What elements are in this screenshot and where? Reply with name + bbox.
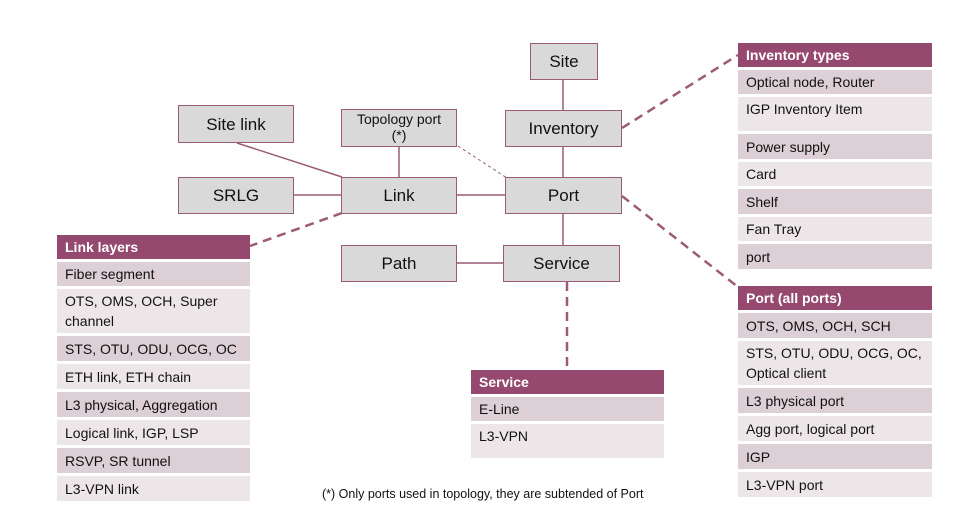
link-layer-row: STS, OTU, ODU, OCG, OC <box>57 336 250 361</box>
node-link-label: Link <box>383 186 415 205</box>
link-layer-row: Logical link, IGP, LSP <box>57 420 250 445</box>
service-type-row: E-Line <box>471 397 664 421</box>
node-srlg[interactable]: SRLG <box>178 177 294 214</box>
inventory-type-row: Shelf <box>738 189 932 214</box>
inventory-type-row: Card <box>738 162 932 186</box>
node-site-link[interactable]: Site link <box>178 105 294 143</box>
node-path[interactable]: Path <box>341 245 457 282</box>
node-site-link-label: Site link <box>206 114 266 134</box>
port-all-table: Port (all ports) OTS, OMS, OCH, SCH STS,… <box>738 286 932 500</box>
inventory-type-row: IGP Inventory Item <box>738 97 932 131</box>
link-layer-row: RSVP, SR tunnel <box>57 448 250 473</box>
inventory-type-row: Power supply <box>738 134 932 159</box>
node-topology-port-label: Topology port (*) <box>356 111 442 143</box>
inventory-type-row: Fan Tray <box>738 217 932 241</box>
node-service[interactable]: Service <box>503 245 620 282</box>
port-all-row: L3-VPN port <box>738 472 932 497</box>
link-layers-table: Link layers Fiber segment OTS, OMS, OCH,… <box>57 235 250 504</box>
service-type-row: L3-VPN <box>471 424 664 458</box>
node-site-label: Site <box>549 52 579 71</box>
node-site[interactable]: Site <box>530 43 598 80</box>
edge-port-allports-dashed <box>621 195 739 288</box>
service-types-table: Service E-Line L3-VPN <box>471 370 664 461</box>
link-layer-row: OTS, OMS, OCH, Super channel <box>57 289 250 333</box>
node-service-label: Service <box>533 254 590 273</box>
service-types-header: Service <box>471 370 664 394</box>
link-layer-row: ETH link, ETH chain <box>57 364 250 389</box>
inventory-types-table: Inventory types Optical node, Router IGP… <box>738 43 932 272</box>
port-all-row: L3 physical port <box>738 388 932 413</box>
inventory-type-row: port <box>738 244 932 269</box>
node-inventory-label: Inventory <box>528 119 599 138</box>
port-all-row: IGP <box>738 444 932 469</box>
node-port[interactable]: Port <box>505 177 622 214</box>
link-layer-row: L3 physical, Aggregation <box>57 392 250 417</box>
node-topology-port[interactable]: Topology port (*) <box>341 109 457 147</box>
edge-inventory-types-dashed <box>621 53 739 130</box>
edge-link-layers-dashed <box>249 211 343 248</box>
node-srlg-label: SRLG <box>212 186 260 205</box>
edge-topoport-port-dotted <box>457 145 508 179</box>
node-port-label: Port <box>547 186 580 205</box>
link-layers-header: Link layers <box>57 235 250 259</box>
node-path-label: Path <box>381 254 417 273</box>
inventory-type-row: Optical node, Router <box>738 70 932 94</box>
link-layer-row: Fiber segment <box>57 262 250 286</box>
port-all-row: STS, OTU, ODU, OCG, OC, Optical client <box>738 341 932 385</box>
port-all-row: OTS, OMS, OCH, SCH <box>738 313 932 338</box>
node-inventory[interactable]: Inventory <box>505 110 622 147</box>
node-link[interactable]: Link <box>341 177 457 214</box>
inventory-types-header: Inventory types <box>738 43 932 67</box>
footnote: (*) Only ports used in topology, they ar… <box>322 487 644 501</box>
port-all-row: Agg port, logical port <box>738 416 932 441</box>
port-all-header: Port (all ports) <box>738 286 932 310</box>
link-layer-row: L3-VPN link <box>57 476 250 501</box>
edge-sitelink-link <box>236 142 343 178</box>
